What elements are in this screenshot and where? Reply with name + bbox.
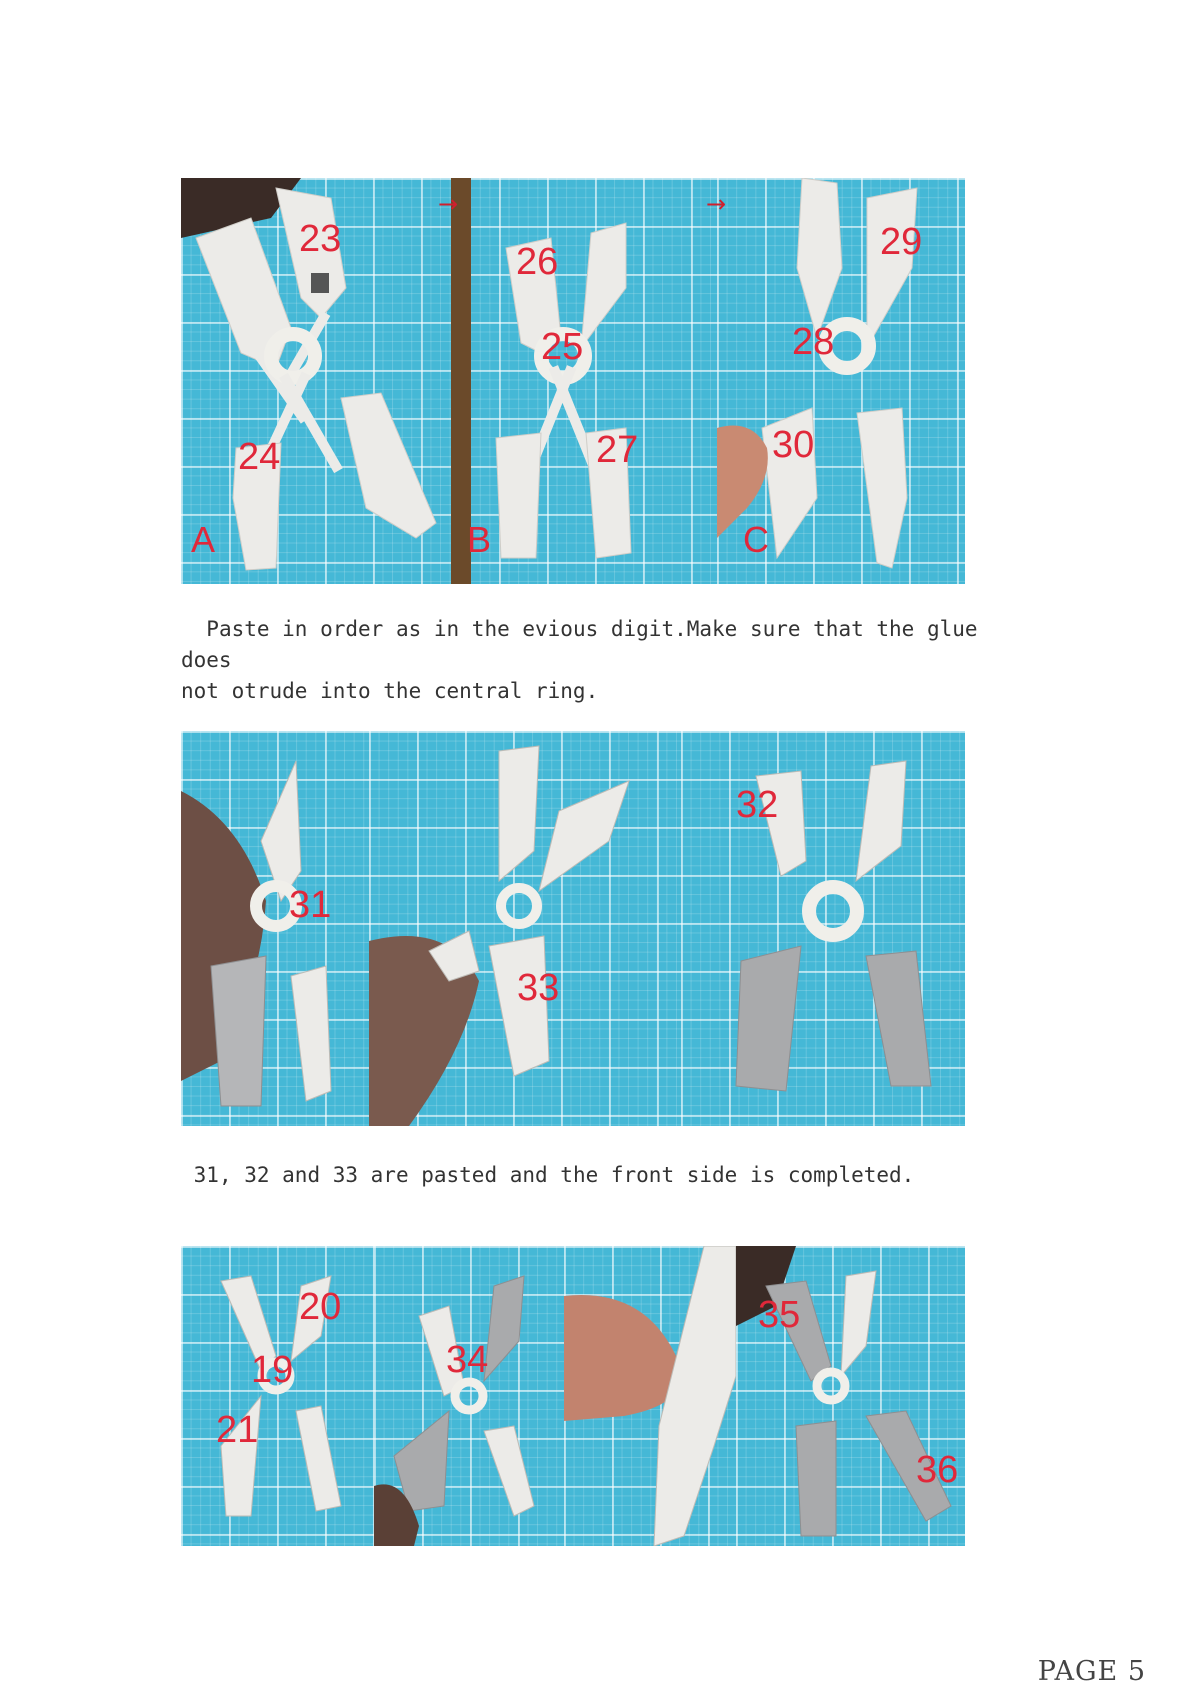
part-number-label: 32 <box>736 784 779 826</box>
photo-row-1: 23 24 A 26 25 27 B 29 28 30 C <box>181 178 965 584</box>
part-number-label: 36 <box>916 1449 959 1491</box>
step-letter: A <box>191 519 216 560</box>
step-caption: 31, 32 and 33 are pasted and the front s… <box>181 1163 915 1187</box>
photo-panel: 32 <box>681 731 965 1126</box>
part-illustration <box>369 745 630 1126</box>
photo-panel-c: 29 28 30 C <box>717 178 965 584</box>
step-letter: B <box>467 519 492 560</box>
photo-panel-b: 26 25 27 B <box>451 178 717 584</box>
part-number-label: 35 <box>758 1294 801 1336</box>
part-number-label: 30 <box>772 424 815 466</box>
part-number-label: 27 <box>596 429 639 471</box>
sequence-arrow: → <box>706 190 727 218</box>
part-number-label: 26 <box>516 241 559 283</box>
part-number-label: 24 <box>238 436 281 478</box>
page-number: PAGE 5 <box>1037 1656 1146 1687</box>
part-illustration <box>181 760 332 1107</box>
part-number-label: 31 <box>289 884 332 926</box>
part-illustration <box>374 1275 535 1546</box>
sequence-arrow: → <box>438 190 459 218</box>
part-illustration <box>564 1246 736 1546</box>
photo-panel: 31 <box>181 731 369 1126</box>
photo-panel <box>564 1246 736 1546</box>
photo-panel: 35 36 <box>736 1246 965 1546</box>
part-illustration <box>735 760 932 1092</box>
part-number-label: 34 <box>446 1339 489 1381</box>
part-illustration <box>220 1275 342 1517</box>
photo-panel-a: 23 24 A <box>181 178 451 584</box>
photo-panel: 33 <box>369 731 681 1126</box>
part-number-label: 21 <box>216 1409 259 1451</box>
part-number-label: 19 <box>251 1349 294 1391</box>
part-illustration <box>736 1246 952 1537</box>
part-number-label: 23 <box>299 218 342 260</box>
photo-panel: 20 19 21 <box>181 1246 374 1546</box>
step-letter: C <box>743 519 769 560</box>
photo-row-3: 20 19 21 34 35 36 <box>181 1246 965 1546</box>
part-number-label: 25 <box>541 326 584 368</box>
part-number-label: 33 <box>517 967 560 1009</box>
photo-row-2: 31 33 32 <box>181 731 965 1126</box>
part-number-label: 28 <box>792 321 835 363</box>
part-number-label: 29 <box>880 221 923 263</box>
photo-panel: 34 <box>374 1246 564 1546</box>
part-number-label: 20 <box>299 1286 342 1328</box>
step-caption: Paste in order as in the evious digit.Ma… <box>181 617 978 703</box>
